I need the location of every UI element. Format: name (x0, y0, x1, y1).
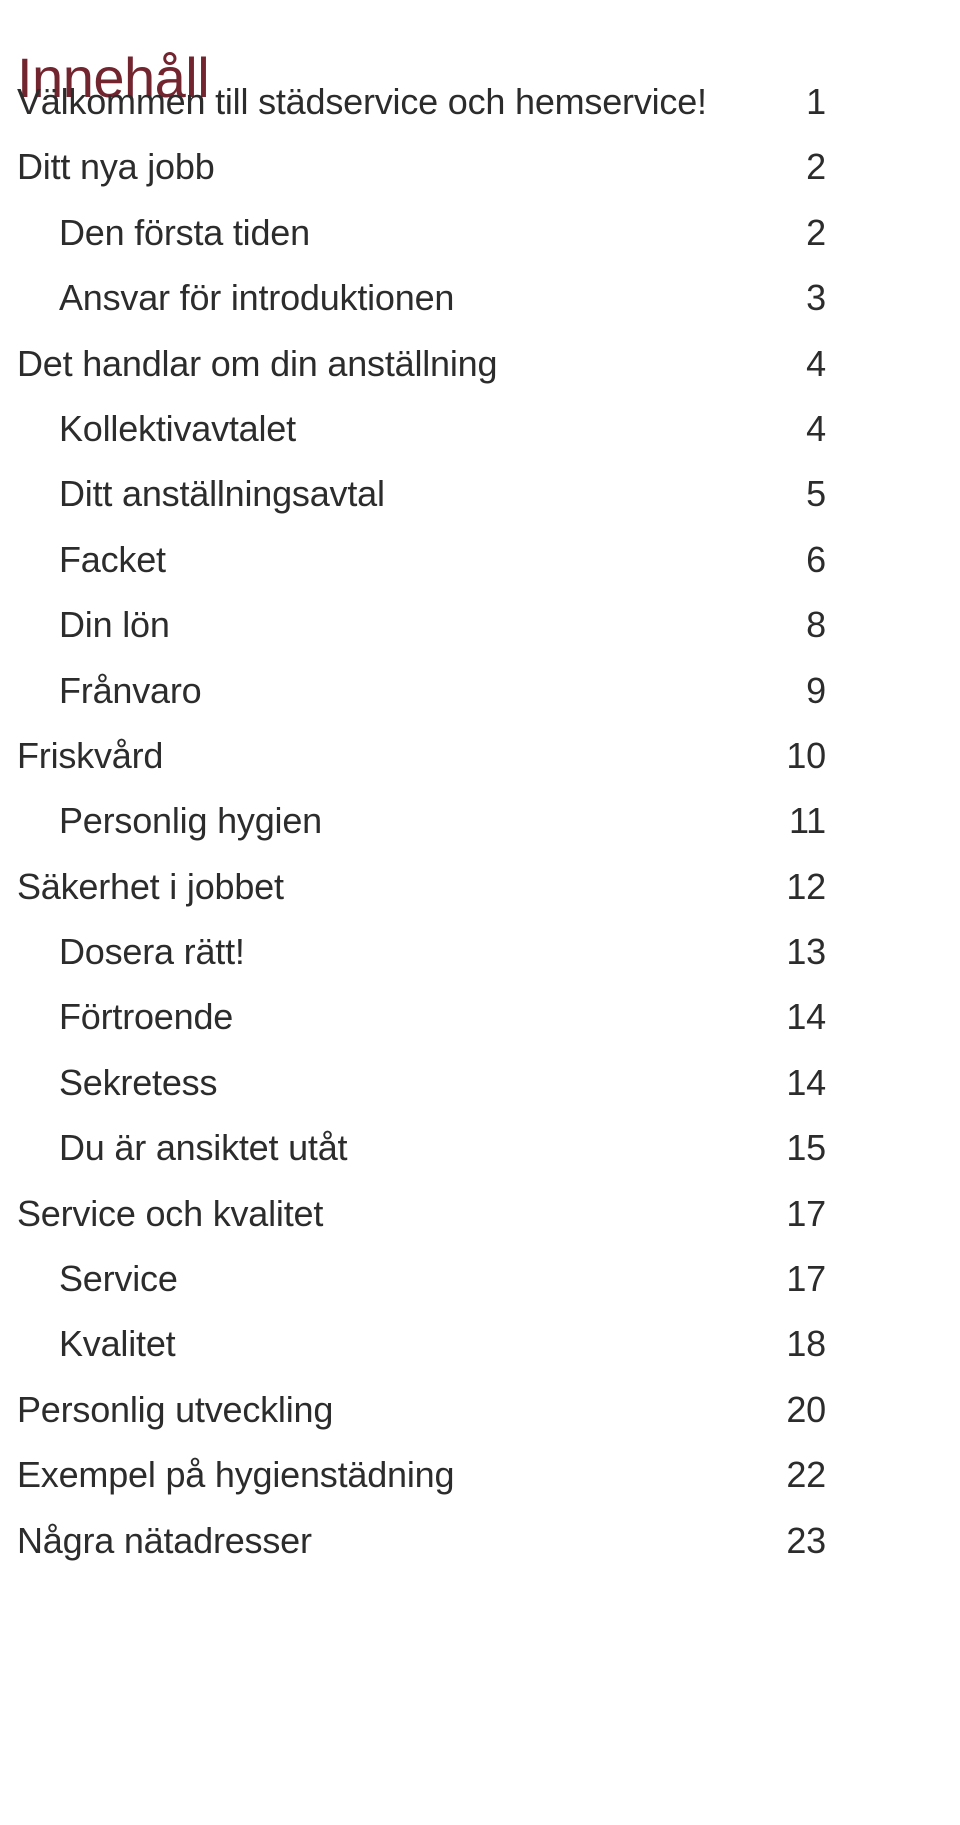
toc-entry-page-number: 5 (806, 473, 826, 515)
toc-entry-page-number: 20 (786, 1388, 826, 1430)
toc-entry[interactable]: Personlig utveckling 20 (0, 1386, 960, 1451)
toc-entry[interactable]: Välkommen till städservice och hemservic… (0, 78, 960, 143)
toc-entry-page-number: 18 (786, 1323, 826, 1365)
toc-entry-page-number: 2 (806, 146, 826, 188)
toc-entry[interactable]: Ansvar för introduktionen 3 (0, 274, 960, 339)
toc-entry[interactable]: Förtroende 14 (0, 993, 960, 1058)
toc-entry-page-number: 2 (806, 211, 826, 253)
toc-entry[interactable]: Den första tiden 2 (0, 209, 960, 274)
toc-entry-page-number: 14 (786, 1061, 826, 1103)
toc-entry-page-number: 17 (786, 1192, 826, 1234)
toc-entry-page-number: 23 (786, 1519, 826, 1561)
toc-entry-page-number: 12 (786, 865, 826, 907)
toc-entry-page-number: 6 (806, 538, 826, 580)
toc-entry[interactable]: Kollektivavtalet 4 (0, 405, 960, 470)
toc-entry[interactable]: Några nätadresser 23 (0, 1517, 960, 1582)
toc-entry[interactable]: Din lön 8 (0, 601, 960, 666)
toc-entry-page-number: 22 (786, 1454, 826, 1496)
toc-entry[interactable]: Personlig hygien 11 (0, 797, 960, 862)
toc-entry[interactable]: Ditt nya jobb 2 (0, 143, 960, 208)
toc-entry[interactable]: Service 17 (0, 1255, 960, 1320)
toc-entry-page-number: 8 (806, 604, 826, 646)
toc-entry[interactable]: Dosera rätt! 13 (0, 928, 960, 993)
toc-page: Innehåll Välkommen till städservice och … (0, 0, 960, 1825)
toc-entry-page-number: 10 (786, 734, 826, 776)
toc-entry[interactable]: Friskvård 10 (0, 732, 960, 797)
toc-entry[interactable]: Frånvaro 9 (0, 667, 960, 732)
toc-entry[interactable]: Du är ansiktet utåt 15 (0, 1124, 960, 1189)
toc-entry-page-number: 13 (786, 931, 826, 973)
toc-entry-page-number: 9 (806, 669, 826, 711)
toc-entry[interactable]: Säkerhet i jobbet 12 (0, 863, 960, 928)
toc-entry-page-number: 17 (786, 1258, 826, 1300)
toc-entry[interactable]: Exempel på hygienstädning 22 (0, 1451, 960, 1516)
toc-entry-page-number: 14 (786, 996, 826, 1038)
toc-entry-page-number: 11 (789, 800, 826, 842)
toc-entry-page-number: 15 (786, 1127, 826, 1169)
toc-entry[interactable]: Facket 6 (0, 536, 960, 601)
toc-entry-page-number: 1 (806, 81, 826, 122)
toc-entry-page-number: 4 (806, 407, 826, 449)
toc-entry-page-number: 4 (806, 342, 826, 384)
toc-entry[interactable]: Det handlar om din anställning 4 (0, 340, 960, 405)
toc-entry[interactable]: Sekretess 14 (0, 1059, 960, 1124)
toc-entry-page-number: 3 (806, 277, 826, 319)
toc-entry[interactable]: Kvalitet 18 (0, 1320, 960, 1385)
toc-entry[interactable]: Ditt anställningsavtal 5 (0, 470, 960, 535)
toc-entry[interactable]: Service och kvalitet 17 (0, 1190, 960, 1255)
table-of-contents-list: Välkommen till städservice och hemservic… (0, 78, 960, 1582)
